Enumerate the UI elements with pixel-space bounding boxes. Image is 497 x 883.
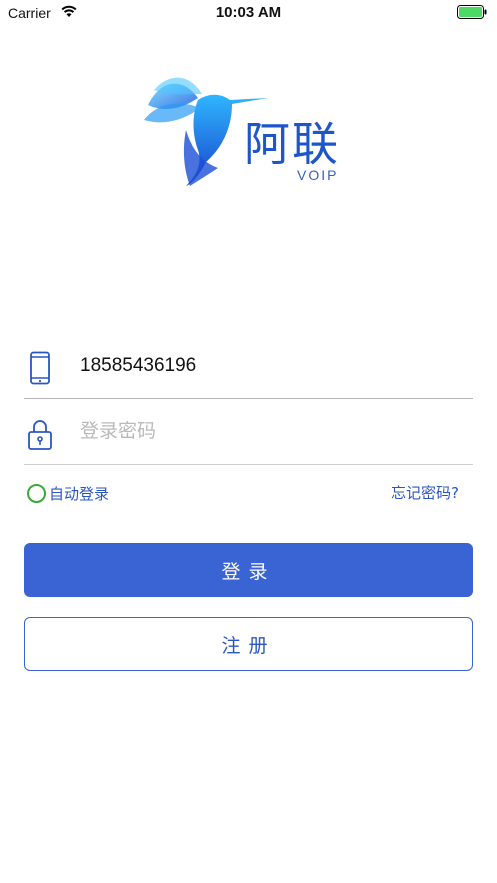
phone-field-row [24,333,473,399]
auto-login-label: 自动登录 [49,484,110,503]
phone-icon [30,351,50,385]
battery-icon [457,5,487,19]
auto-login-toggle[interactable]: 自动登录 [27,482,109,504]
password-input[interactable] [80,417,460,447]
app-logo: 阿联 VOIP [140,70,360,195]
app-subtitle: VOIP [297,167,339,183]
lock-icon [28,420,52,450]
radio-unchecked-icon[interactable] [27,483,46,503]
phone-input[interactable] [80,351,460,381]
password-field-row [24,399,473,465]
status-bar: Carrier 10:03 AM [0,0,497,28]
clock: 10:03 AM [215,4,282,21]
login-button[interactable]: 登录 [24,543,473,597]
forgot-password-link[interactable]: 忘记密码? [391,482,459,503]
app-name: 阿联 [244,117,340,171]
register-button[interactable]: 注册 [24,617,473,671]
